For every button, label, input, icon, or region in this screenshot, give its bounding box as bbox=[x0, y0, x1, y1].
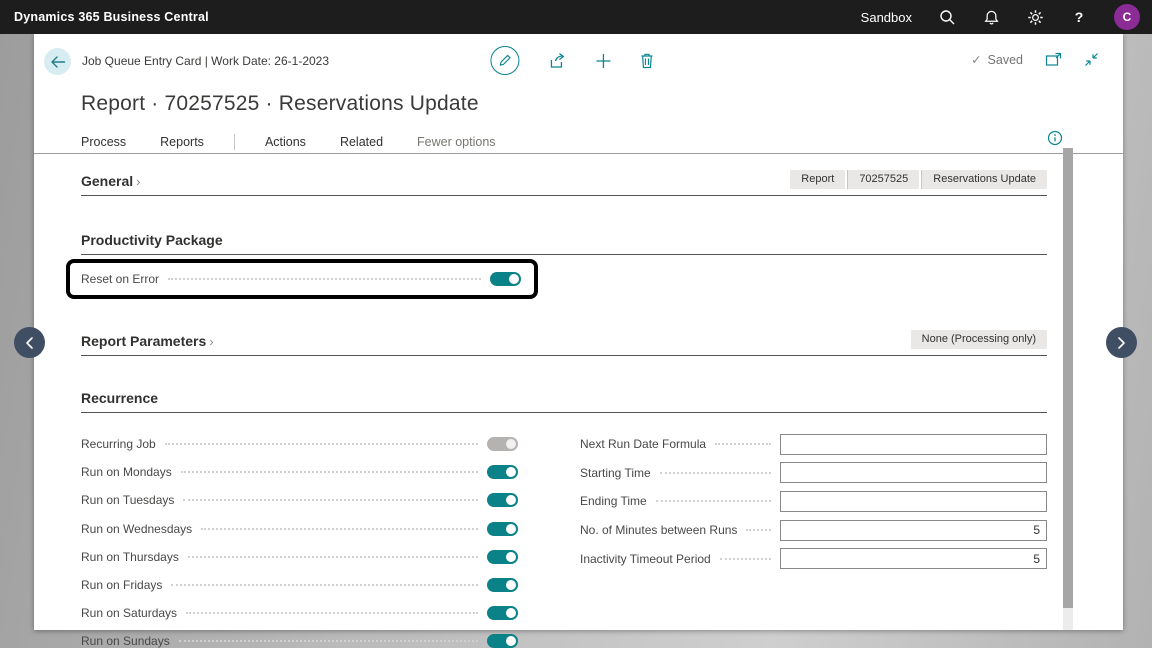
next-record-button[interactable] bbox=[1106, 327, 1137, 358]
reset-on-error-toggle[interactable] bbox=[490, 272, 521, 286]
general-section-header: General› Report 70257525 Reservations Up… bbox=[81, 170, 1047, 196]
back-button[interactable] bbox=[44, 48, 71, 75]
breadcrumb[interactable]: Job Queue Entry Card | Work Date: 26-1-2… bbox=[82, 54, 329, 68]
ribbon-item-reports[interactable]: Reports bbox=[160, 135, 204, 149]
user-avatar[interactable]: C bbox=[1114, 4, 1140, 30]
run-on-mondays-row: Run on Mondays bbox=[81, 458, 518, 486]
starting-time-input[interactable] bbox=[780, 462, 1047, 483]
dotted-leader bbox=[746, 529, 771, 531]
check-icon: ✓ bbox=[971, 52, 981, 67]
dotted-leader bbox=[179, 640, 478, 642]
job-queue-entry-card: Job Queue Entry Card | Work Date: 26-1-2… bbox=[34, 34, 1123, 630]
ribbon-item-related[interactable]: Related bbox=[340, 135, 383, 149]
run-on-saturdays-toggle[interactable] bbox=[487, 606, 518, 620]
minutes-between-runs-input[interactable] bbox=[780, 520, 1047, 541]
ending-time-row: Ending Time bbox=[580, 487, 1047, 516]
saved-label: Saved bbox=[988, 53, 1023, 67]
search-icon[interactable] bbox=[938, 8, 956, 26]
run-on-tuesdays-row: Run on Tuesdays bbox=[81, 486, 518, 514]
info-icon[interactable] bbox=[1047, 130, 1063, 146]
vertical-scrollbar-thumb[interactable] bbox=[1063, 148, 1073, 608]
dotted-leader bbox=[181, 471, 478, 473]
dotted-leader bbox=[660, 472, 771, 474]
report-parameters-section-title[interactable]: Report Parameters› bbox=[81, 333, 214, 349]
help-icon[interactable]: ? bbox=[1070, 8, 1088, 26]
run-on-sundays-toggle[interactable] bbox=[487, 634, 518, 648]
report-parameters-section-header: Report Parameters› None (Processing only… bbox=[81, 330, 1047, 356]
starting-time-row: Starting Time bbox=[580, 459, 1047, 488]
recurrence-section-header: Recurrence bbox=[81, 390, 1047, 413]
recurrence-input-column: Next Run Date Formula Starting Time Endi… bbox=[580, 430, 1047, 648]
dotted-leader bbox=[720, 558, 771, 560]
productivity-section-title[interactable]: Productivity Package bbox=[81, 232, 223, 248]
top-bar: Dynamics 365 Business Central Sandbox ? … bbox=[0, 0, 1152, 34]
dotted-leader bbox=[168, 278, 481, 280]
inactivity-timeout-input[interactable] bbox=[780, 548, 1047, 569]
run-on-wednesdays-toggle[interactable] bbox=[487, 522, 518, 536]
notifications-bell-icon[interactable] bbox=[982, 8, 1000, 26]
ribbon-item-actions[interactable]: Actions bbox=[265, 135, 306, 149]
dotted-leader bbox=[183, 499, 478, 501]
run-on-fridays-toggle[interactable] bbox=[487, 578, 518, 592]
reset-on-error-row: Reset on Error bbox=[81, 263, 521, 295]
delete-trash-button[interactable] bbox=[639, 52, 654, 69]
dotted-leader bbox=[171, 584, 478, 586]
edit-pencil-button[interactable] bbox=[490, 46, 519, 75]
badge-object-caption: Reservations Update bbox=[921, 170, 1047, 189]
reset-on-error-highlight-box: Reset on Error bbox=[66, 259, 538, 299]
productivity-section-header: Productivity Package bbox=[81, 232, 1047, 255]
run-on-wednesdays-row: Run on Wednesdays bbox=[81, 515, 518, 543]
open-in-new-window-icon[interactable] bbox=[1045, 52, 1062, 67]
dotted-leader bbox=[186, 612, 478, 614]
minutes-between-runs-row: No. of Minutes between Runs bbox=[580, 516, 1047, 545]
ribbon-item-process[interactable]: Process bbox=[81, 135, 126, 149]
save-status: ✓ Saved bbox=[971, 52, 1023, 67]
next-run-date-formula-input[interactable] bbox=[780, 434, 1047, 455]
chevron-right-icon: › bbox=[136, 174, 140, 189]
ribbon-divider bbox=[234, 134, 235, 150]
ending-time-input[interactable] bbox=[780, 491, 1047, 512]
vertical-scrollbar-track[interactable] bbox=[1063, 148, 1073, 630]
action-ribbon: Process Reports Actions Related Fewer op… bbox=[34, 130, 1123, 154]
share-button[interactable] bbox=[547, 52, 567, 70]
collapse-window-icon[interactable] bbox=[1084, 52, 1099, 67]
page-title: Report · 70257525 · Reservations Update bbox=[81, 92, 1123, 116]
general-section-title[interactable]: General› bbox=[81, 173, 140, 189]
chevron-right-icon: › bbox=[209, 334, 213, 349]
next-run-date-formula-row: Next Run Date Formula bbox=[580, 430, 1047, 459]
dotted-leader bbox=[715, 443, 771, 445]
app-title[interactable]: Dynamics 365 Business Central bbox=[14, 10, 209, 24]
run-on-tuesdays-toggle[interactable] bbox=[487, 493, 518, 507]
run-on-sundays-row: Run on Sundays bbox=[81, 627, 518, 648]
inactivity-timeout-row: Inactivity Timeout Period bbox=[580, 544, 1047, 573]
run-on-thursdays-row: Run on Thursdays bbox=[81, 543, 518, 571]
badge-report-type: Report bbox=[790, 170, 845, 189]
reset-on-error-label: Reset on Error bbox=[81, 272, 159, 286]
badge-object-id: 70257525 bbox=[847, 170, 919, 189]
dotted-leader bbox=[188, 556, 478, 558]
report-parameters-badge: None (Processing only) bbox=[911, 330, 1047, 349]
recurring-job-row: Recurring Job bbox=[81, 430, 518, 458]
dotted-leader bbox=[201, 528, 478, 530]
run-on-fridays-row: Run on Fridays bbox=[81, 571, 518, 599]
general-badges: Report 70257525 Reservations Update bbox=[790, 170, 1047, 189]
new-plus-button[interactable] bbox=[595, 53, 611, 69]
run-on-mondays-toggle[interactable] bbox=[487, 465, 518, 479]
ribbon-item-fewer-options[interactable]: Fewer options bbox=[417, 135, 496, 149]
recurrence-section-title[interactable]: Recurrence bbox=[81, 390, 158, 406]
dotted-leader bbox=[165, 443, 478, 445]
environment-label[interactable]: Sandbox bbox=[861, 10, 912, 25]
previous-record-button[interactable] bbox=[14, 327, 45, 358]
settings-gear-icon[interactable] bbox=[1026, 8, 1044, 26]
dotted-leader bbox=[656, 500, 771, 502]
run-on-saturdays-row: Run on Saturdays bbox=[81, 599, 518, 627]
recurrence-fields: Recurring Job Run on Mondays Run on Tues… bbox=[81, 430, 1047, 648]
recurrence-toggle-column: Recurring Job Run on Mondays Run on Tues… bbox=[81, 430, 518, 648]
run-on-thursdays-toggle[interactable] bbox=[487, 550, 518, 564]
recurring-job-toggle[interactable] bbox=[487, 437, 518, 451]
